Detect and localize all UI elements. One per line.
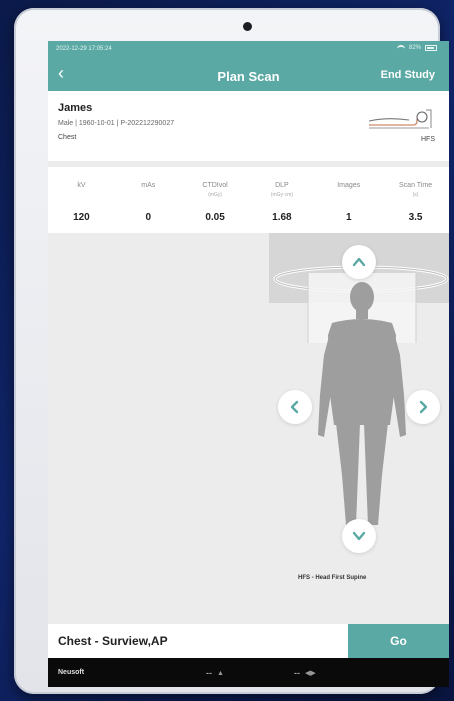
- move-down-button[interactable]: [342, 519, 376, 553]
- patient-body-part: Chest: [58, 134, 77, 141]
- param-value: 0: [145, 212, 152, 223]
- body-silhouette: [318, 282, 406, 525]
- control-vertical[interactable]: -- ▲: [206, 668, 224, 678]
- param-value: 120: [73, 212, 90, 223]
- brand-logo: Neusoft: [58, 669, 85, 676]
- status-bar: 2022-12-29 17:05:24 82%: [48, 41, 449, 57]
- tablet-frame: 2022-12-29 17:05:24 82% ‹ Plan Scan End …: [14, 8, 449, 694]
- camera-dot: [243, 22, 252, 31]
- status-time: 2022-12-29 17:05:24: [56, 46, 112, 52]
- param-label: Scan Time: [399, 182, 433, 189]
- move-up-button[interactable]: [342, 245, 376, 279]
- param-value: 1.68: [272, 212, 292, 223]
- move-left-button[interactable]: [278, 390, 312, 424]
- control-horizontal[interactable]: -- ◀▶: [294, 668, 316, 678]
- param-label: DLP: [275, 182, 289, 189]
- param-label: CTDIvol: [202, 182, 228, 189]
- param-label: mAs: [141, 182, 156, 189]
- nav-bar: ‹ Plan Scan End Study: [48, 57, 449, 91]
- param-ctdivol: CTDIvol (mGy) 0.05: [182, 167, 249, 233]
- control-horizontal-value: --: [294, 668, 300, 678]
- wifi-icon: [396, 45, 405, 51]
- battery-percent: 82%: [408, 45, 421, 51]
- scan-params: kV 120 mAs 0 CTDIvol (mGy) 0.05 DLP (mGy…: [48, 167, 449, 233]
- left-right-arrows-icon: ◀▶: [305, 670, 316, 677]
- protocol-name: Chest - Surview,AP: [58, 634, 168, 648]
- patient-card: James Male | 1960-10-01 | P-202212290027…: [48, 91, 449, 161]
- go-button[interactable]: Go: [348, 624, 449, 658]
- param-mas: mAs 0: [115, 167, 182, 233]
- patient-position-icon: [368, 109, 432, 129]
- move-right-button[interactable]: [406, 390, 440, 424]
- up-down-arrows-icon: ▲: [217, 669, 224, 677]
- param-dlp: DLP (mGy·cm) 1.68: [248, 167, 315, 233]
- status-right: 82%: [396, 45, 437, 51]
- param-scan-time: Scan Time (s) 3.5: [382, 167, 449, 233]
- param-kv: kV 120: [48, 167, 115, 233]
- positioning-viewer: HFS - Head First Supine: [48, 233, 449, 624]
- protocol-bar: Chest - Surview,AP Go: [48, 624, 449, 658]
- patient-meta: Male | 1960-10-01 | P-202212290027: [58, 120, 175, 127]
- footer-bar: Neusoft -- ▲ -- ◀▶: [48, 658, 449, 687]
- param-unit: (mGy·cm): [270, 192, 293, 198]
- control-vertical-value: --: [206, 668, 212, 678]
- param-value: 3.5: [408, 212, 423, 223]
- param-value: 1: [345, 212, 352, 223]
- param-unit: (s): [412, 192, 419, 198]
- param-label: kV: [77, 182, 86, 189]
- param-value: 0.05: [205, 212, 225, 223]
- param-label: Images: [337, 182, 361, 189]
- position-label: HFS - Head First Supine: [298, 575, 367, 581]
- patient-position: HFS: [421, 136, 435, 143]
- chevron-up-icon: [352, 257, 366, 267]
- end-study-button[interactable]: End Study: [381, 69, 435, 81]
- param-unit: (mGy): [208, 192, 223, 198]
- screen: 2022-12-29 17:05:24 82% ‹ Plan Scan End …: [48, 41, 449, 687]
- chevron-right-icon: [419, 400, 428, 414]
- chevron-left-icon: [290, 400, 299, 414]
- patient-name: James: [58, 102, 93, 114]
- param-images: Images 1: [315, 167, 382, 233]
- battery-icon: [425, 45, 437, 51]
- chevron-down-icon: [352, 531, 366, 541]
